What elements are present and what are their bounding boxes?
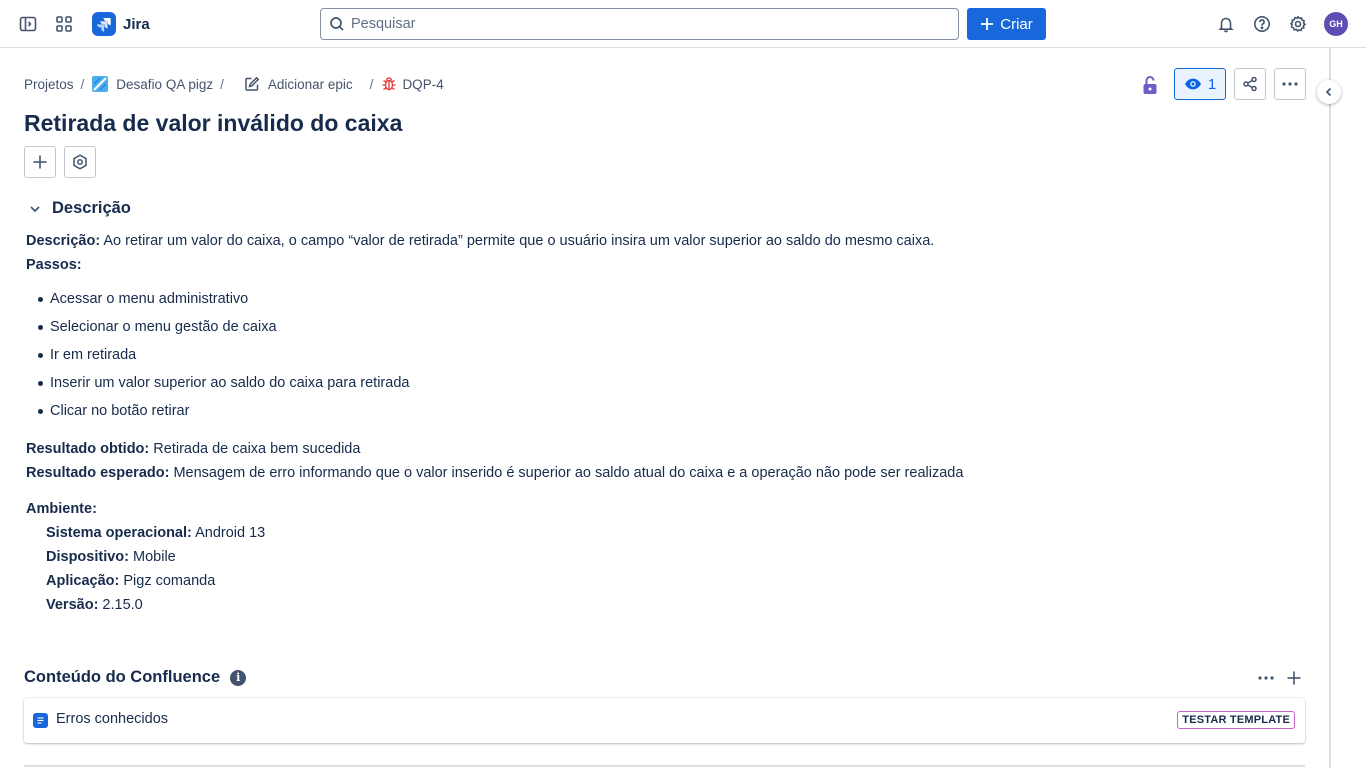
list-item: Inserir um valor superior ao saldo do ca… <box>26 374 1106 402</box>
environment-heading: Ambiente: <box>26 498 1106 522</box>
env-os-line: Sistema operacional: Android 13 <box>46 522 1106 546</box>
env-os-value: Android 13 <box>191 525 266 541</box>
share-icon <box>1243 76 1257 92</box>
breadcrumb-separator: / <box>369 76 374 92</box>
confluence-page-card[interactable]: Erros conhecidos TESTAR TEMPLATE <box>24 698 1305 743</box>
info-icon[interactable]: i <box>230 669 247 686</box>
breadcrumb-project-label: Desafio QA pigz <box>116 76 214 92</box>
more-horizontal-icon <box>1258 676 1274 680</box>
hexagon-settings-icon <box>73 154 87 170</box>
restrictions-lock-icon[interactable] <box>1140 74 1160 96</box>
plus-icon <box>1287 671 1301 685</box>
breadcrumb-add-epic[interactable]: Adicionar epic <box>244 76 353 92</box>
environment-label: Ambiente: <box>26 501 97 517</box>
confluence-page-title: Erros conhecidos <box>56 711 169 727</box>
document-icon <box>33 713 48 728</box>
watch-count: 1 <box>1207 75 1217 93</box>
user-avatar[interactable]: GH <box>1324 12 1348 36</box>
search-input[interactable] <box>351 16 931 32</box>
environment-details: Sistema operacional: Android 13 Disposit… <box>26 522 1106 618</box>
search-icon <box>330 17 344 31</box>
description-body[interactable]: Descrição: Ao retirar um valor do caixa,… <box>26 230 1106 618</box>
env-os-label: Sistema operacional: <box>46 525 192 541</box>
result-expected-line: Resultado esperado: Mensagem de erro inf… <box>26 462 1106 486</box>
steps-heading: Passos: <box>26 254 1106 278</box>
jira-logo-icon <box>92 12 116 36</box>
list-item: Acessar o menu administrativo <box>26 290 1106 318</box>
confluence-section-title: Conteúdo do Confluence <box>24 668 221 686</box>
create-button[interactable]: Criar <box>967 8 1046 40</box>
pencil-icon <box>245 76 260 91</box>
confluence-more-button[interactable] <box>1256 668 1276 688</box>
list-item: Selecionar o menu gestão de caixa <box>26 318 1106 346</box>
notifications-bell-icon[interactable] <box>1214 12 1238 36</box>
breadcrumb-separator: / <box>80 76 85 92</box>
collapse-panel-button[interactable] <box>1317 80 1341 104</box>
env-version-line: Versão: 2.15.0 <box>46 594 1106 618</box>
jira-logo[interactable]: Jira <box>92 12 150 36</box>
env-device-value: Mobile <box>128 549 176 565</box>
list-item: Clicar no botão retirar <box>26 402 1106 430</box>
breadcrumb: Projetos / Desafio QA pigz / Adicionar e… <box>24 74 444 94</box>
issue-title[interactable]: Retirada de valor inválido do caixa <box>24 110 402 137</box>
description-section-header[interactable]: Descrição <box>28 199 131 218</box>
env-app-value: Pigz comanda <box>119 573 216 589</box>
env-app-label: Aplicação: <box>46 573 120 589</box>
app-name: Jira <box>123 15 150 33</box>
section-divider <box>24 765 1305 767</box>
settings-gear-icon[interactable] <box>1286 12 1310 36</box>
more-actions-button[interactable] <box>1274 68 1306 100</box>
env-version-label: Versão: <box>46 597 99 613</box>
description-label: Descrição: <box>26 233 101 249</box>
top-navigation-bar: Jira Criar GH <box>0 0 1366 48</box>
breadcrumb-issue[interactable]: DQP-4 <box>381 76 444 92</box>
breadcrumb-add-epic-label: Adicionar epic <box>267 76 353 92</box>
result-obtained-line: Resultado obtido: Retirada de caixa bem … <box>26 438 1106 462</box>
create-button-label: Criar <box>1000 15 1033 33</box>
description-text: Ao retirar um valor do caixa, o campo “v… <box>100 233 935 249</box>
chevron-down-icon <box>30 205 40 212</box>
sidebar-toggle-icon[interactable] <box>16 12 40 36</box>
result-obtained-label: Resultado obtido: <box>26 441 150 457</box>
result-expected-text: Mensagem de erro informando que o valor … <box>169 465 964 481</box>
steps-list: Acessar o menu administrativo Selecionar… <box>26 290 1106 430</box>
template-tag-badge: TESTAR TEMPLATE <box>1177 711 1295 729</box>
description-line: Descrição: Ao retirar um valor do caixa,… <box>26 230 1106 254</box>
env-version-value: 2.15.0 <box>98 597 143 613</box>
confluence-section-header: Conteúdo do Confluence i <box>24 668 247 687</box>
chevron-left-icon <box>1325 87 1332 97</box>
steps-label: Passos: <box>26 257 82 273</box>
env-device-label: Dispositivo: <box>46 549 129 565</box>
add-button[interactable] <box>24 146 56 178</box>
help-icon[interactable] <box>1250 12 1274 36</box>
search-box[interactable] <box>320 8 959 40</box>
eye-icon <box>1184 78 1201 90</box>
app-switcher-icon[interactable] <box>52 12 76 36</box>
more-horizontal-icon <box>1282 82 1298 86</box>
description-section-title: Descrição <box>52 199 131 217</box>
result-obtained-text: Retirada de caixa bem sucedida <box>149 441 361 457</box>
project-avatar-icon <box>92 76 109 92</box>
result-expected-label: Resultado esperado: <box>26 465 170 481</box>
list-item: Ir em retirada <box>26 346 1106 374</box>
confluence-add-button[interactable] <box>1284 668 1304 688</box>
right-panel-divider <box>1329 48 1331 768</box>
plus-icon <box>33 155 47 169</box>
apps-button[interactable] <box>64 146 96 178</box>
breadcrumb-issue-key: DQP-4 <box>402 76 444 92</box>
env-app-line: Aplicação: Pigz comanda <box>46 570 1106 594</box>
env-device-line: Dispositivo: Mobile <box>46 546 1106 570</box>
plus-icon <box>981 18 994 30</box>
share-button[interactable] <box>1234 68 1266 100</box>
breadcrumb-project[interactable]: Desafio QA pigz <box>92 76 213 92</box>
breadcrumb-projects[interactable]: Projetos <box>24 77 74 92</box>
bug-icon <box>382 77 396 91</box>
breadcrumb-separator: / <box>220 76 224 92</box>
watch-button[interactable]: 1 <box>1174 68 1226 100</box>
